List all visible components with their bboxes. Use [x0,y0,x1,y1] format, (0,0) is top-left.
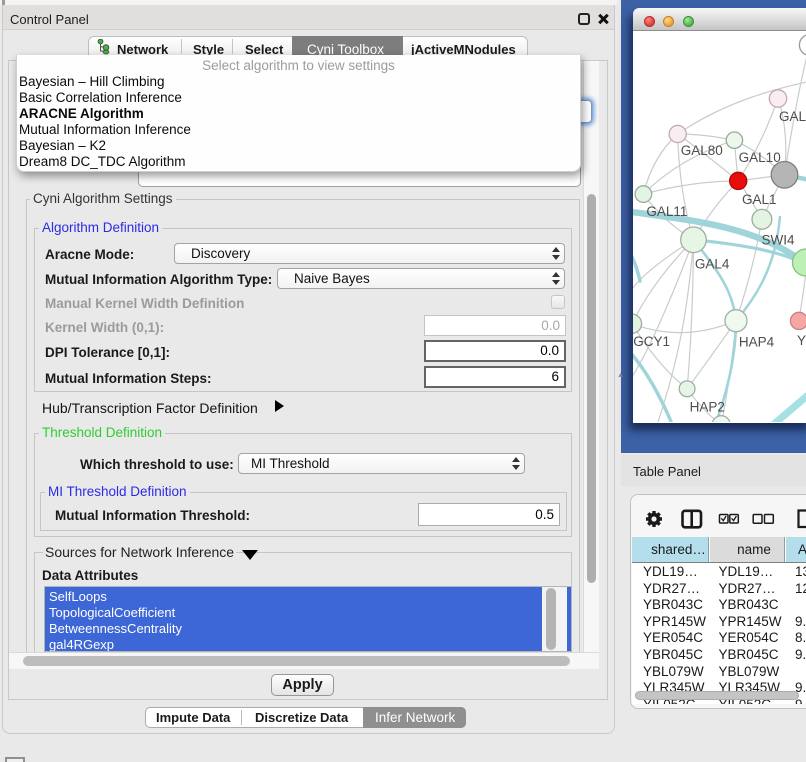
svg-text:HAP4: HAP4 [739,335,775,350]
svg-text:GCY1: GCY1 [633,334,670,349]
svg-text:GAL4: GAL4 [695,257,730,272]
svg-text:GAL2: GAL2 [779,109,806,124]
svg-text:SWI4: SWI4 [761,233,794,248]
svg-text:GAL11: GAL11 [646,204,687,219]
svg-text:YEL: YEL [797,333,806,348]
svg-text:HAP2: HAP2 [690,400,725,415]
svg-text:GAL80: GAL80 [681,143,723,158]
svg-text:GAL1: GAL1 [742,192,777,207]
svg-text:GAL10: GAL10 [739,150,781,165]
